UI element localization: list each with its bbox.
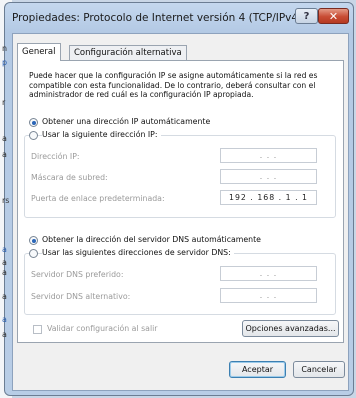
- validate-checkbox[interactable]: [33, 325, 42, 334]
- background-text: n: [2, 44, 8, 53]
- close-button[interactable]: ✕: [318, 8, 349, 24]
- background-text: a: [2, 315, 7, 324]
- ip-auto-label[interactable]: Obtener una dirección IP automáticamente: [42, 117, 210, 126]
- ok-button[interactable]: Aceptar: [229, 361, 286, 378]
- validate-label: Validar configuración al salir: [47, 324, 158, 333]
- description-text: Puede hacer que la configuración IP se a…: [29, 71, 318, 100]
- background-text: a: [2, 292, 7, 301]
- dns-manual-group: [24, 253, 336, 315]
- advanced-options-button[interactable]: Opciones avanzadas...: [242, 320, 339, 337]
- ip-manual-radio[interactable]: [29, 131, 38, 140]
- dns-auto-label[interactable]: Obtener la dirección del servidor DNS au…: [42, 235, 261, 244]
- tab-alternate-configuration[interactable]: Configuración alternativa: [69, 45, 187, 60]
- dns-alternate-label: Servidor DNS alternativo:: [31, 292, 131, 301]
- dns-preferred-field[interactable]: . . .: [220, 266, 317, 281]
- dns-preferred-label: Servidor DNS preferido:: [31, 270, 124, 279]
- background-text: a: [2, 268, 7, 277]
- dns-manual-label[interactable]: Usar las siguientes direcciones de servi…: [42, 248, 234, 257]
- background-text: a: [2, 330, 7, 339]
- cancel-button[interactable]: Cancelar: [293, 361, 345, 378]
- background-text: rs: [2, 196, 10, 205]
- background-text: a: [2, 245, 7, 254]
- window-title: Propiedades: Protocolo de Internet versi…: [12, 12, 303, 24]
- tab-general[interactable]: General: [17, 43, 61, 61]
- background-text: r: [2, 98, 6, 107]
- help-button[interactable]: ?: [295, 8, 318, 24]
- dns-auto-radio[interactable]: [29, 236, 38, 245]
- ip-manual-label[interactable]: Usar la siguiente dirección IP:: [42, 130, 161, 139]
- ip-address-field[interactable]: . . .: [220, 148, 317, 163]
- subnet-mask-field[interactable]: . . .: [220, 169, 317, 184]
- gateway-label: Puerta de enlace predeterminada:: [31, 194, 165, 203]
- dialog-client-area: General Configuración alternativa Puede …: [12, 33, 349, 391]
- subnet-mask-label: Máscara de subred:: [31, 173, 108, 182]
- general-tab-panel: Puede hacer que la configuración IP se a…: [17, 60, 344, 343]
- gateway-field[interactable]: 192 . 168 . 1 . 1: [220, 190, 317, 205]
- dns-alternate-field[interactable]: . . .: [220, 288, 317, 303]
- ip-address-label: Dirección IP:: [31, 152, 80, 161]
- dns-manual-radio[interactable]: [29, 249, 38, 258]
- dialog-window: Propiedades: Protocolo de Internet versi…: [4, 2, 354, 396]
- ip-auto-radio[interactable]: [29, 118, 38, 127]
- background-text: p: [2, 58, 8, 67]
- background-text: a: [2, 150, 7, 159]
- background-text: a: [2, 134, 7, 143]
- background-text: a: [2, 258, 7, 267]
